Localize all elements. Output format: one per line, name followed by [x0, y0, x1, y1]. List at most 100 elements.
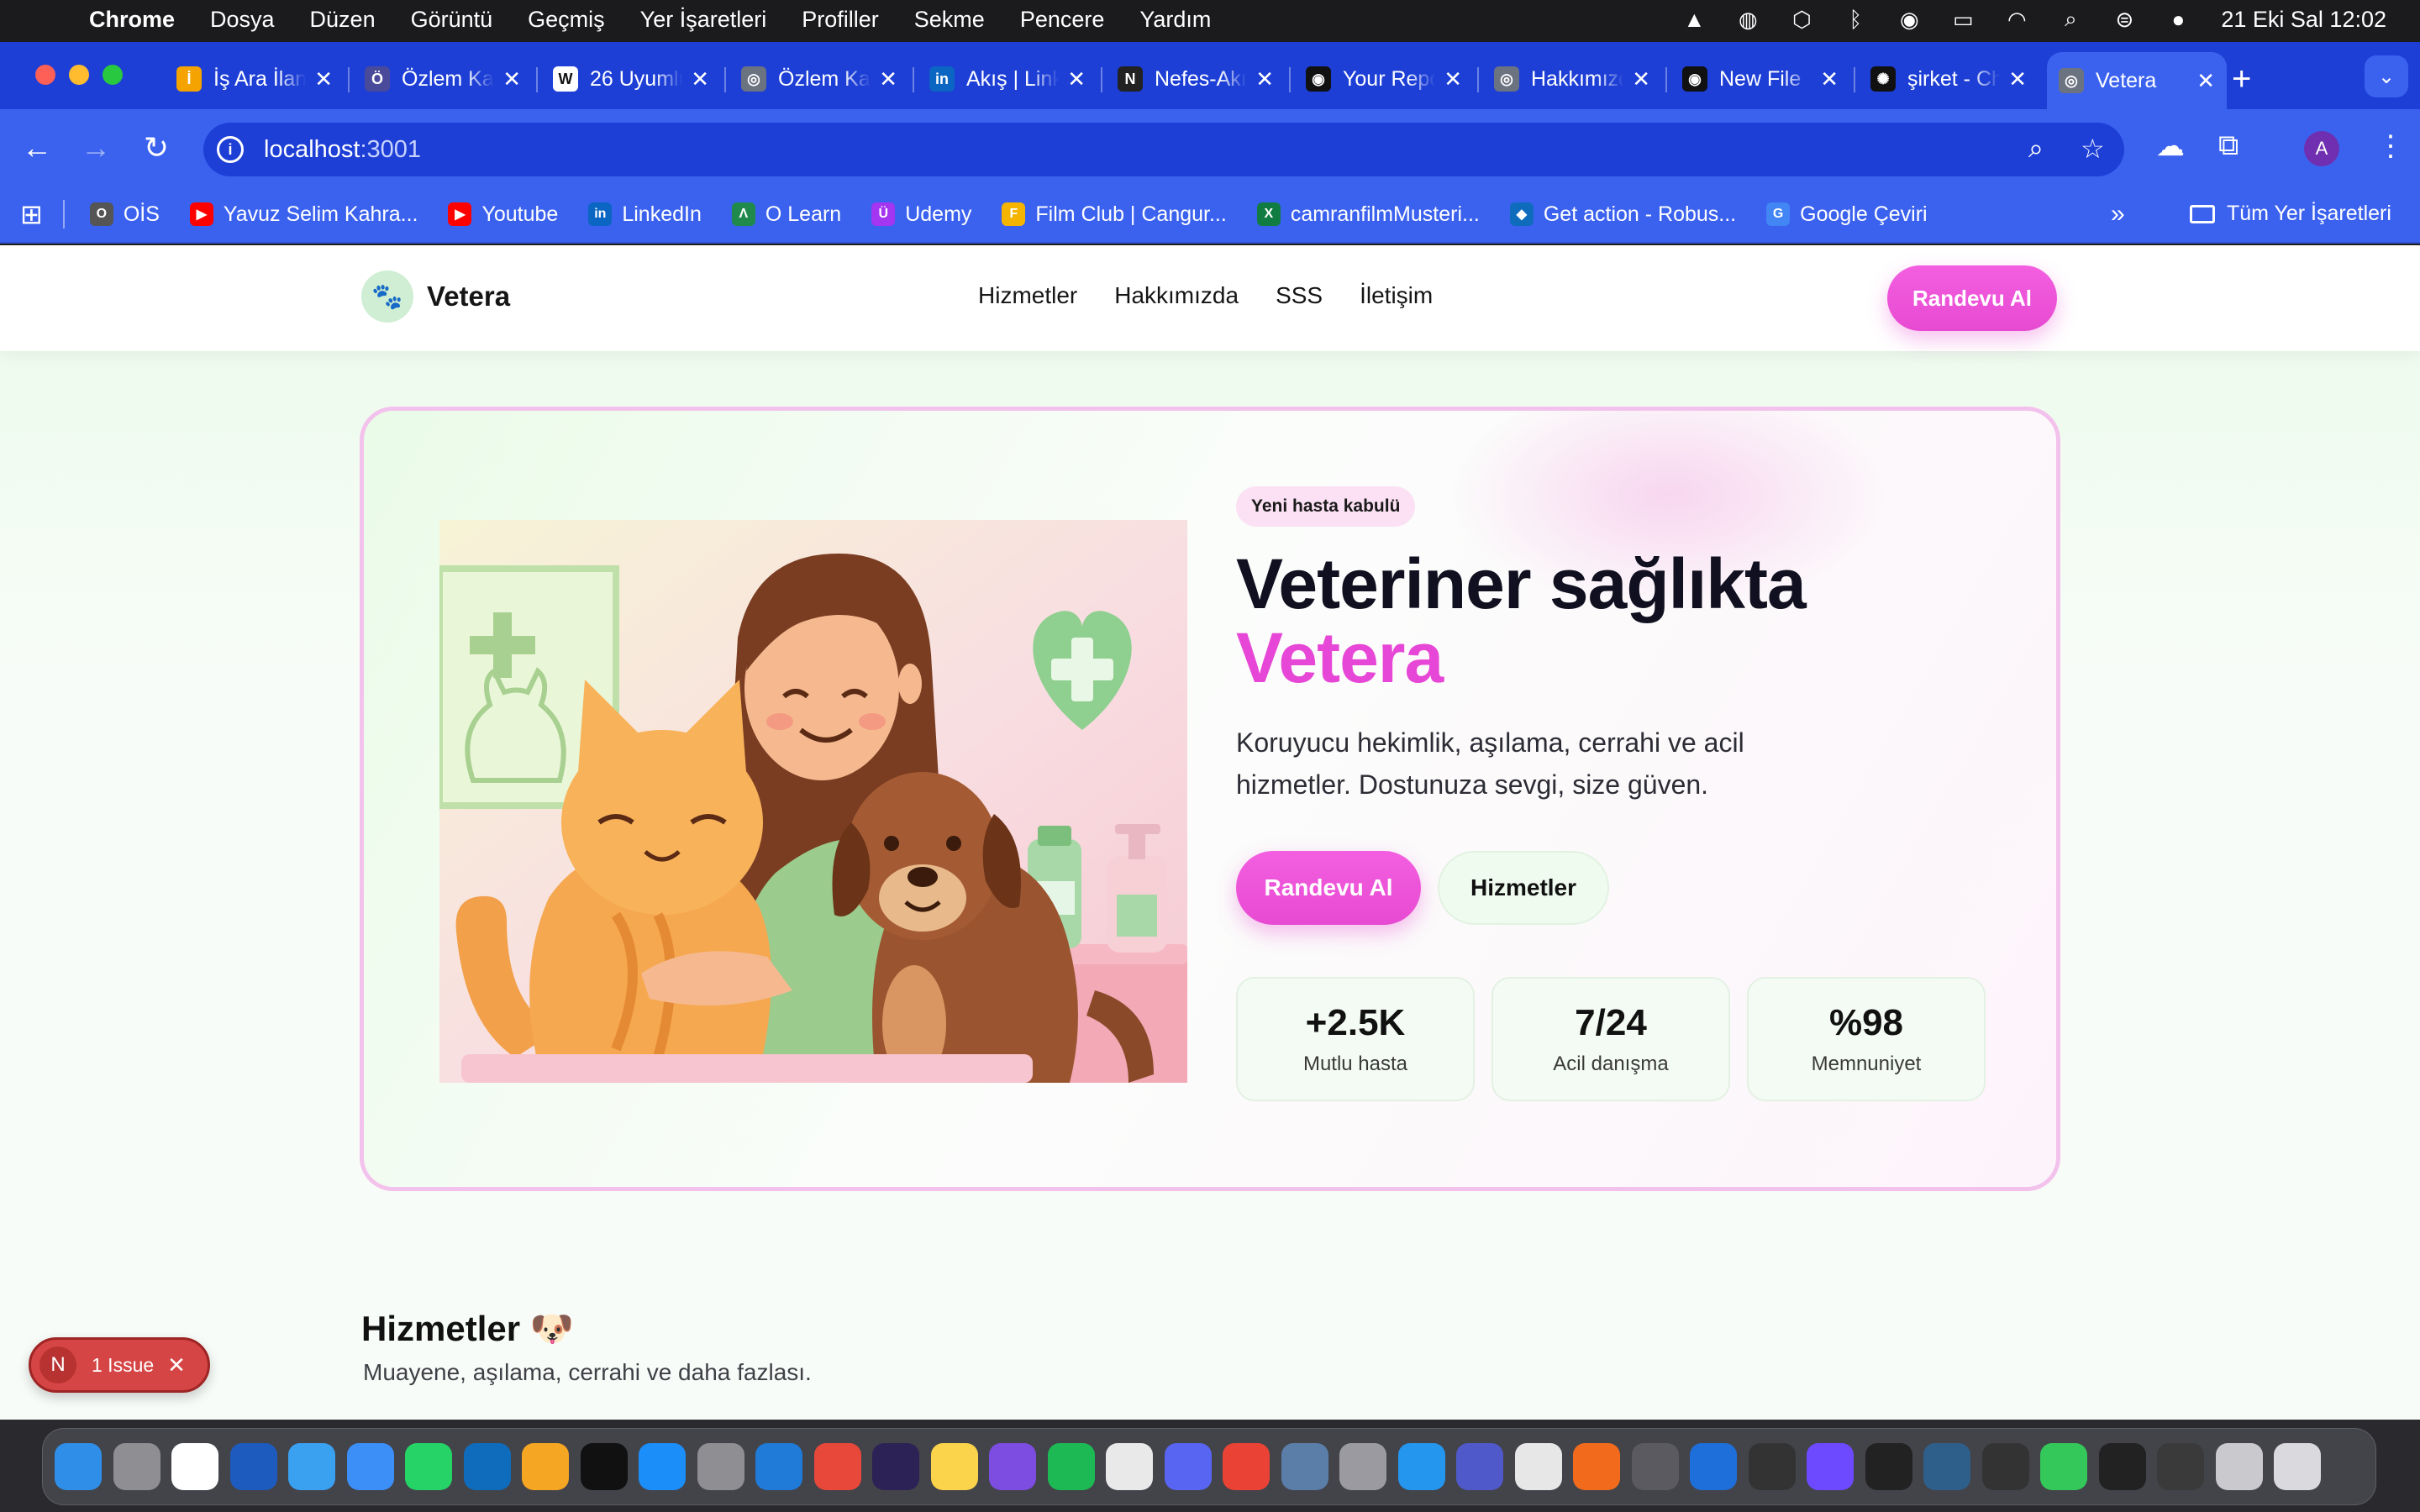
dev-issues-badge[interactable]: N 1 Issue ✕: [29, 1337, 210, 1393]
browser-tab[interactable]: ✺ şirket - ChatGPT ✕: [1859, 54, 2039, 104]
app-store-icon[interactable]: [639, 1443, 686, 1490]
system-settings-icon[interactable]: [697, 1443, 744, 1490]
all-bookmarks-folder[interactable]: Tüm Yer İşaretleri: [2190, 202, 2391, 226]
window-zoom-button[interactable]: [103, 65, 123, 85]
sketch-icon[interactable]: [1573, 1443, 1620, 1490]
menu-item-tab[interactable]: Sekme: [914, 7, 985, 33]
tab-close-icon[interactable]: ✕: [691, 66, 709, 92]
browser-tab[interactable]: ◎ Vetera ✕: [2047, 52, 2227, 109]
browser-tab[interactable]: Ö Özlem Kara ✕: [353, 54, 533, 104]
tab-close-icon[interactable]: ✕: [2008, 66, 2027, 92]
site-info-icon[interactable]: i: [217, 136, 244, 163]
window-stack-icon[interactable]: [2215, 1443, 2263, 1490]
help-icon[interactable]: [1631, 1443, 1679, 1490]
tor-icon[interactable]: [1748, 1443, 1796, 1490]
git-icon[interactable]: [813, 1443, 861, 1490]
preview-icon[interactable]: [1281, 1443, 1328, 1490]
mail-icon[interactable]: [346, 1443, 394, 1490]
nav-link-contact[interactable]: İletişim: [1360, 282, 1433, 309]
trash-icon[interactable]: [2274, 1443, 2321, 1490]
browser-tab[interactable]: W 26 Uyumlu ✕: [541, 54, 721, 104]
header-appointment-button[interactable]: Randevu Al: [1887, 265, 2057, 331]
zoom-icon[interactable]: ⌕: [2028, 133, 2044, 165]
bookmark-item[interactable]: XcamranfilmMusteri...: [1256, 202, 1480, 227]
tab-search-button[interactable]: ⌄: [2365, 55, 2408, 97]
eclipse-icon[interactable]: [872, 1443, 919, 1490]
bookmark-item[interactable]: O OİS: [89, 202, 160, 227]
menu-item-view[interactable]: Görüntü: [411, 7, 493, 33]
browser-tab[interactable]: ◉ New File ✕: [1670, 54, 1850, 104]
browser-tab[interactable]: ◎ Hakkımızda ✕: [1482, 54, 1662, 104]
window-close-button[interactable]: [35, 65, 55, 85]
more-bookmarks-chevron-icon[interactable]: »: [2111, 200, 2125, 228]
menu-bar-clock[interactable]: 21 Eki Sal 12:02: [2221, 7, 2386, 33]
bookmark-item[interactable]: ▶ Youtube: [448, 202, 558, 227]
address-bar[interactable]: i localhost:3001 ⌕ ☆: [203, 123, 2124, 176]
apps-grid-icon[interactable]: ⊞: [20, 198, 43, 230]
visual-studio-icon[interactable]: [989, 1443, 1036, 1490]
windows-icon[interactable]: [1690, 1443, 1737, 1490]
profile-avatar[interactable]: A: [2304, 131, 2339, 166]
pages-icon[interactable]: [1514, 1443, 1562, 1490]
browser-tab[interactable]: ◎ Özlem Kara ✕: [729, 54, 909, 104]
outlook-icon[interactable]: [463, 1443, 511, 1490]
bookmark-item[interactable]: ◆ Get action - Robus...: [1509, 202, 1736, 227]
reload-icon[interactable]: ↻: [136, 128, 176, 168]
bookmark-item[interactable]: F Film Club | Cangur...: [1002, 202, 1227, 227]
tab-close-icon[interactable]: ✕: [1632, 66, 1650, 92]
spotlight-search-icon[interactable]: ⌕: [2058, 6, 2083, 33]
bookmark-item[interactable]: Ü Udemy: [871, 202, 971, 227]
browser-tab[interactable]: N Nefes-Akış ✕: [1106, 54, 1286, 104]
nav-link-about[interactable]: Hakkımızda: [1114, 282, 1239, 309]
menu-item-file[interactable]: Dosya: [210, 7, 275, 33]
bookmark-star-icon[interactable]: ☆: [2081, 133, 2105, 165]
bookmark-item[interactable]: Λ O Learn: [731, 202, 841, 227]
forward-arrow-icon[interactable]: →: [76, 128, 116, 168]
site-logo[interactable]: 🐾 Vetera: [361, 270, 510, 323]
globe-icon[interactable]: ◍: [1735, 7, 1760, 33]
tab-close-icon[interactable]: ✕: [314, 66, 333, 92]
bookmark-item[interactable]: in LinkedIn: [588, 202, 702, 227]
chrome-icon[interactable]: [1223, 1443, 1270, 1490]
safari-icon[interactable]: [288, 1443, 335, 1490]
tab-close-icon[interactable]: ✕: [502, 66, 521, 92]
tab-close-icon[interactable]: ✕: [2196, 68, 2215, 94]
mysql-workbench-icon[interactable]: [1923, 1443, 1970, 1490]
calendar-icon[interactable]: [171, 1443, 218, 1490]
browser-tab[interactable]: İ İş Ara İlanları ✕: [165, 54, 345, 104]
tab-close-icon[interactable]: ✕: [1820, 66, 1839, 92]
facetime-icon[interactable]: [2040, 1443, 2087, 1490]
tab-close-icon[interactable]: ✕: [1067, 66, 1086, 92]
finder-icon[interactable]: [55, 1443, 102, 1490]
user-account-icon[interactable]: ◉: [1897, 7, 1922, 33]
word-icon[interactable]: [229, 1443, 277, 1490]
teams-icon[interactable]: [1456, 1443, 1503, 1490]
proton-icon[interactable]: [1807, 1443, 1854, 1490]
photos-icon[interactable]: [522, 1443, 569, 1490]
menu-app-name[interactable]: Chrome: [89, 7, 175, 33]
unity-status-icon[interactable]: ⬡: [1789, 7, 1814, 33]
vscode-icon[interactable]: [755, 1443, 802, 1490]
nav-link-faq[interactable]: SSS: [1276, 282, 1323, 309]
nav-link-services[interactable]: Hizmetler: [978, 282, 1077, 309]
tab-close-icon[interactable]: ✕: [1444, 66, 1462, 92]
siri-icon[interactable]: ●: [2165, 7, 2191, 33]
tab-close-icon[interactable]: ✕: [1255, 66, 1274, 92]
unity-hub-icon[interactable]: [1981, 1443, 2029, 1490]
unity-icon[interactable]: [1865, 1443, 1912, 1490]
browser-tab[interactable]: ◉ Your Repositories ✕: [1294, 54, 1474, 104]
whatsapp-icon[interactable]: [405, 1443, 452, 1490]
menu-item-profiles[interactable]: Profiller: [802, 7, 879, 33]
spotify-icon[interactable]: [1047, 1443, 1095, 1490]
discord-icon[interactable]: [1164, 1443, 1212, 1490]
extensions-puzzle-icon[interactable]: ⧉: [2218, 129, 2238, 162]
close-icon[interactable]: ✕: [167, 1352, 186, 1378]
menu-item-history[interactable]: Geçmiş: [528, 7, 605, 33]
unity-editor-icon[interactable]: [2098, 1443, 2146, 1490]
menu-item-bookmarks[interactable]: Yer İşaretleri: [640, 7, 767, 33]
menu-item-edit[interactable]: Düzen: [310, 7, 376, 33]
battery-icon[interactable]: ▭: [1950, 7, 1975, 33]
database-icon[interactable]: [1339, 1443, 1386, 1490]
google-drive-icon[interactable]: ▲: [1681, 7, 1707, 33]
textedit-icon[interactable]: [1106, 1443, 1153, 1490]
